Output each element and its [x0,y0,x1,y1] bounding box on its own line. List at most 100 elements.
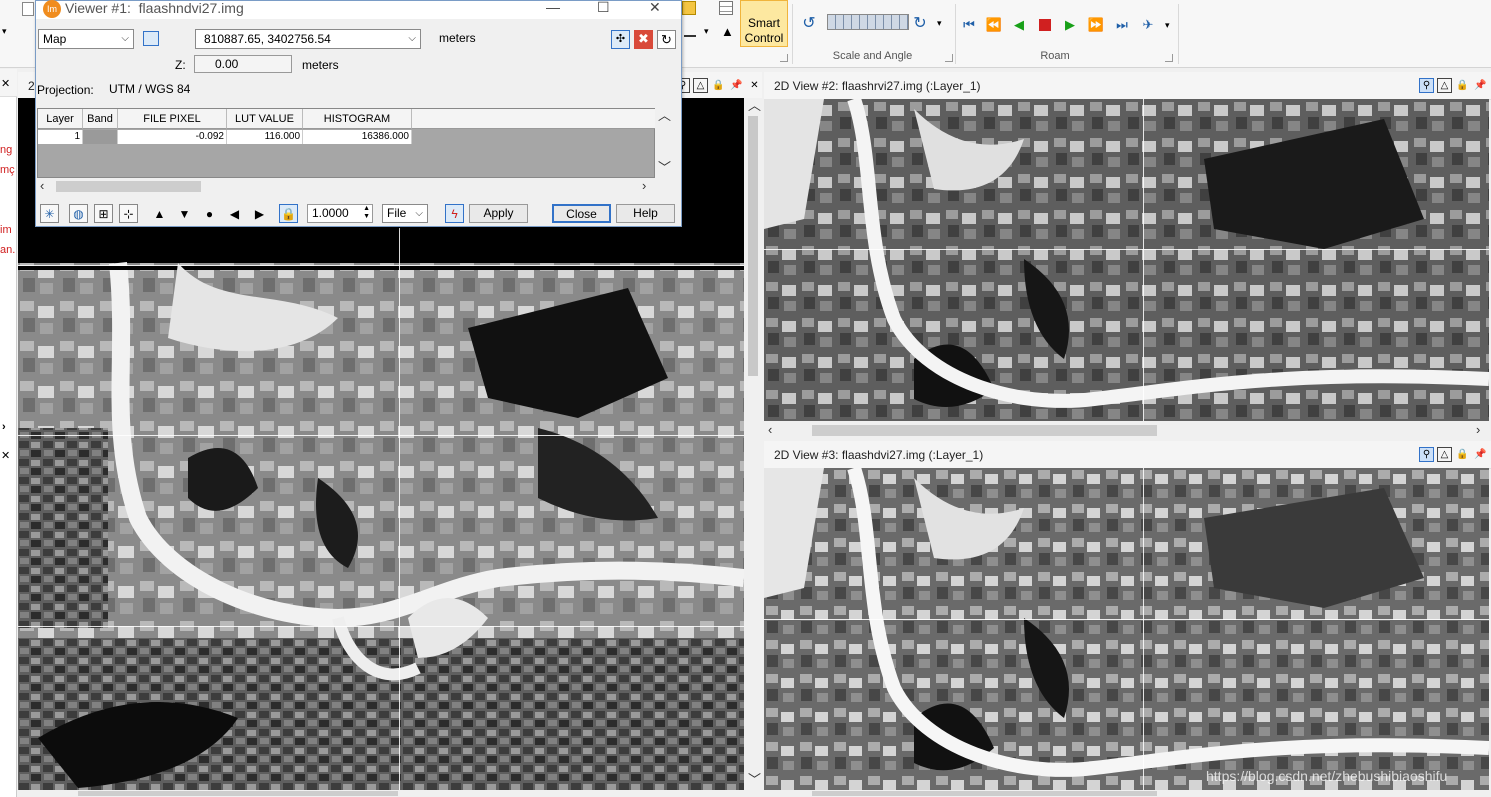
crosshair-vertical [1143,468,1144,790]
view2-horizontal-scrollbar[interactable]: ‹ › [764,421,1491,440]
last-frame-icon[interactable]: ⏭ [1112,15,1132,35]
app-badge-icon: Im [43,0,61,18]
lock-icon[interactable]: 🔒 [1455,447,1470,462]
view2-satellite-image [764,99,1489,421]
asterisk-tool-icon[interactable]: ✳ [40,204,59,223]
column-header-lut-value[interactable]: LUT VALUE [227,109,303,129]
first-frame-icon[interactable]: ⏮ [959,15,979,35]
close-icon[interactable]: ✕ [1,449,10,462]
table-icon[interactable] [719,1,733,15]
column-header-histogram[interactable]: HISTOGRAM [303,109,412,129]
close-icon[interactable]: ✕ [747,78,762,93]
view3-titlebar: 2D View #3: flaashdvi27.img (:Layer_1) [764,441,1491,469]
view3-horizontal-scrollbar[interactable] [764,790,1491,797]
z-input[interactable]: 0.00 [194,55,292,73]
lightning-icon[interactable]: ϟ [445,204,464,223]
refresh-icon[interactable]: ↻ [657,30,676,49]
view1-vertical-scrollbar[interactable]: ︿ ﹀ [744,98,762,790]
close-button[interactable]: Close [552,204,611,223]
dropdown-arrow-icon[interactable]: ▾ [1165,20,1170,31]
move-right-icon[interactable]: ▶ [250,204,269,223]
view3-image[interactable]: https://blog.csdn.net/zhebushibiaoshifu [764,468,1489,790]
delete-icon[interactable]: ✖ [634,30,653,49]
view2-title: 2D View #2: flaashrvi27.img (:Layer_1) [774,79,981,93]
coordinates-input[interactable]: 810887.65, 3402756.54 ⌵ [195,29,421,49]
lock-icon[interactable]: 🔒 [711,78,726,93]
link-icon[interactable]: ⚲ [1419,78,1434,93]
center-icon[interactable]: ● [200,204,219,223]
move-up-icon[interactable]: ▲ [150,204,169,223]
dialog-titlebar[interactable]: Im Viewer #1: flaashndvi27.img — ☐ ✕ [36,0,681,19]
globe-icon[interactable]: ◍ [69,204,88,223]
left-strip-text-3: im [0,224,12,236]
maximize-icon[interactable]: ☐ [597,0,610,16]
help-button[interactable]: Help [616,204,675,223]
table-horizontal-scrollbar[interactable]: ‹ › [37,178,655,195]
pin-icon[interactable]: 📌 [729,78,744,93]
spin-arrows-icon[interactable]: ▲ ▼ [363,205,370,221]
pin-icon[interactable]: 📌 [1473,447,1488,462]
link-icon[interactable]: ⚲ [1419,447,1434,462]
roam-options-icon[interactable]: ✈ [1138,15,1158,35]
triangle-icon[interactable]: △ [1437,78,1452,93]
scale-angle-group-label: Scale and Angle [832,50,913,62]
smart-control-button[interactable]: Smart Control [740,0,788,47]
column-header-band[interactable]: Band [83,109,118,129]
group-launcher-icon[interactable] [780,54,788,62]
view2-image[interactable] [764,99,1489,421]
lock-icon[interactable]: 🔒 [1455,78,1470,93]
app-badge-text: Im [47,4,57,14]
play-icon[interactable]: ▶ [1060,15,1080,35]
crosshair-horizontal-2 [18,626,744,627]
column-header-layer[interactable]: Layer [38,109,83,129]
stop-icon[interactable] [1035,15,1055,35]
coordinate-type-select[interactable]: Map ⌵ [38,29,134,49]
play-reverse-icon[interactable]: ◀ [1009,15,1029,35]
file-menu-select[interactable]: File ⌵ [382,204,428,223]
cursor-tool-icon[interactable]: ✣ [611,30,630,49]
step-size-stepper[interactable]: 1.0000 ▲ ▼ [307,204,373,223]
group-launcher-icon[interactable] [945,54,953,62]
dropdown-arrow-icon[interactable]: ▾ [937,18,942,29]
expand-arrow-icon[interactable]: › [2,421,6,433]
crosshair-vertical [1143,99,1144,421]
close-icon[interactable]: ✕ [1,77,10,90]
close-window-icon[interactable]: ✕ [649,0,661,16]
lock-step-icon[interactable]: 🔒 [279,204,298,223]
rotate-ccw-icon[interactable]: ↺ [799,13,819,33]
triangle-icon[interactable]: △ [693,78,708,93]
contents-panel-strip: ✕ ng mç im an. › ✕ [0,69,17,797]
view1-tab-label[interactable]: 2 [28,72,35,100]
move-left-icon[interactable]: ◀ [225,204,244,223]
chevron-down-icon: ⌵ [415,208,423,219]
doc-icon[interactable] [22,2,34,16]
smart-control-label-1: Smart [747,16,780,30]
layout-icon[interactable] [682,1,696,15]
pin-icon[interactable]: 📌 [1473,78,1488,93]
z-value: 0.00 [215,57,239,71]
add-point-icon[interactable]: ⊹ [119,204,138,223]
view1-horizontal-scrollbar[interactable] [18,790,762,797]
flag-icon[interactable]: ▲ [721,24,734,39]
step-size-value: 1.0000 [312,206,349,220]
group-launcher-icon[interactable] [1165,54,1173,62]
rotate-cw-icon[interactable]: ↻ [910,13,930,33]
apply-button[interactable]: Apply [469,204,528,223]
step-back-icon[interactable]: ⏪ [984,15,1004,35]
add-box-icon[interactable]: ⊞ [94,204,113,223]
file-menu-label: File [387,206,407,220]
triangle-icon[interactable]: △ [1437,447,1452,462]
coordinates-units: meters [439,31,476,45]
move-down-icon[interactable]: ▼ [175,204,194,223]
scale-slider[interactable] [827,14,909,30]
pixel-info-table: Layer Band FILE PIXEL LUT VALUE HISTOGRA… [37,108,656,178]
step-forward-icon[interactable]: ⏩ [1086,15,1106,35]
column-header-file-pixel[interactable]: FILE PIXEL [118,109,227,129]
grid-view-icon[interactable] [143,31,159,46]
dropdown-arrow-icon[interactable]: ▾ [2,26,7,37]
line-tool-icon[interactable] [684,25,696,37]
table-vertical-scrollbar[interactable]: ︿ ﹀ [655,108,672,178]
dropdown-arrow-icon[interactable]: ▾ [704,26,709,37]
minimize-icon[interactable]: — [546,0,560,15]
view3-title-icons: ⚲ △ 🔒 📌 [1419,447,1488,462]
